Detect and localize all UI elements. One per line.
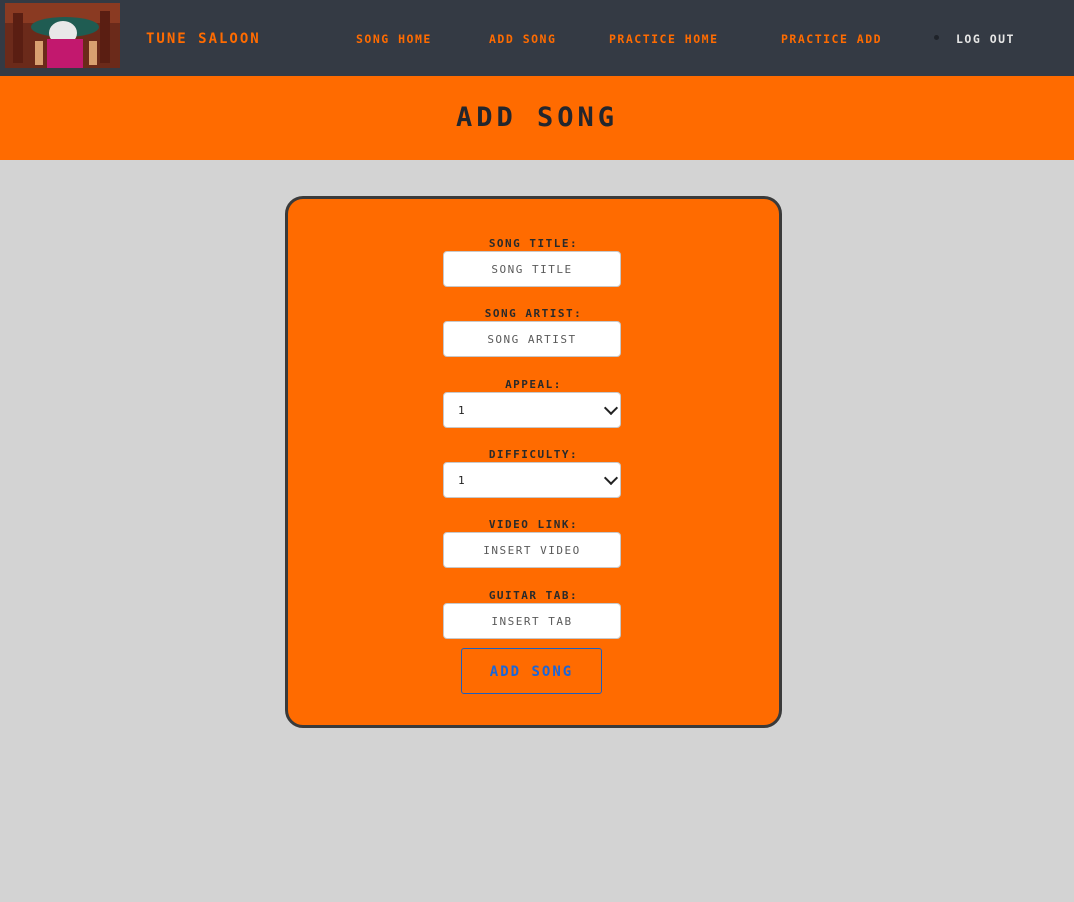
appeal-select[interactable]: 1 bbox=[443, 392, 621, 428]
song-artist-label: SONG ARTIST: bbox=[484, 307, 583, 320]
guitar-tab-label: GUITAR TAB: bbox=[488, 589, 579, 602]
chevron-down-icon bbox=[603, 400, 619, 416]
nav-add-song[interactable]: ADD SONG bbox=[489, 32, 556, 46]
nav-log-out[interactable]: LOG OUT bbox=[956, 32, 1015, 46]
brand-name[interactable]: TUNE SALOON bbox=[146, 31, 261, 47]
song-title-label: SONG TITLE: bbox=[488, 237, 579, 250]
add-song-button[interactable]: ADD SONG bbox=[461, 648, 602, 694]
chevron-down-icon bbox=[603, 470, 619, 486]
add-song-form: SONG TITLE: SONG TITLE SONG ARTIST: SONG… bbox=[285, 196, 782, 728]
logo-image[interactable] bbox=[5, 3, 120, 68]
bullet-icon bbox=[934, 35, 939, 40]
page-title: ADD SONG bbox=[455, 102, 619, 133]
song-title-input[interactable]: SONG TITLE bbox=[443, 251, 621, 287]
top-navbar: TUNE SALOON SONG HOME ADD SONG PRACTICE … bbox=[0, 0, 1074, 76]
nav-practice-home[interactable]: PRACTICE HOME bbox=[609, 32, 719, 46]
difficulty-value: 1 bbox=[458, 474, 467, 487]
nav-song-home[interactable]: SONG HOME bbox=[356, 32, 432, 46]
video-link-input[interactable]: INSERT VIDEO bbox=[443, 532, 621, 568]
guitar-tab-input[interactable]: INSERT TAB bbox=[443, 603, 621, 639]
difficulty-label: DIFFICULTY: bbox=[488, 448, 579, 461]
nav-practice-add[interactable]: PRACTICE ADD bbox=[781, 32, 882, 46]
video-link-label: VIDEO LINK: bbox=[488, 518, 579, 531]
difficulty-select[interactable]: 1 bbox=[443, 462, 621, 498]
song-artist-input[interactable]: SONG ARTIST bbox=[443, 321, 621, 357]
appeal-label: APPEAL: bbox=[505, 378, 562, 391]
appeal-value: 1 bbox=[458, 404, 467, 417]
page-banner: ADD SONG bbox=[0, 76, 1074, 160]
